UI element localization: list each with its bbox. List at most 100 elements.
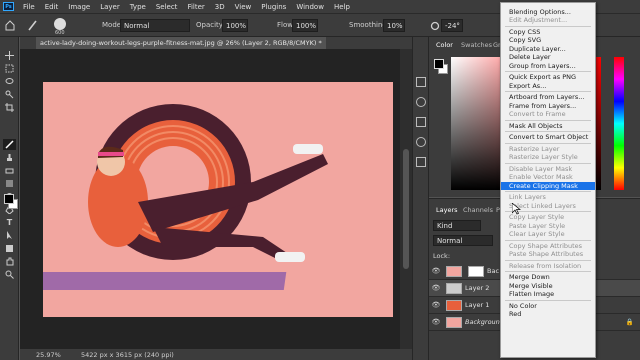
menu-item-convert-to-frame[interactable]: Convert to Frame [501, 110, 595, 118]
menu-item-flatten-image[interactable]: Flatten Image [501, 290, 595, 298]
foreground-color-swatch[interactable] [4, 194, 14, 204]
stamp-tool-icon[interactable] [3, 152, 16, 163]
menu-item-disable-layer-mask[interactable]: Disable Layer Mask [501, 165, 595, 173]
menu-type[interactable]: Type [125, 3, 151, 11]
marquee-tool-icon[interactable] [3, 63, 16, 74]
libraries-icon[interactable] [416, 137, 426, 147]
menu-item-quick-export-png[interactable]: Quick Export as PNG [501, 73, 595, 81]
shape-tool-icon[interactable] [3, 243, 16, 254]
zoom-tool-icon[interactable] [3, 269, 16, 280]
home-icon[interactable] [4, 18, 16, 32]
menu-item-copy-svg[interactable]: Copy SVG [501, 36, 595, 44]
visibility-eye-icon[interactable]: 👁 [429, 318, 443, 326]
menu-item-export-as[interactable]: Export As... [501, 82, 595, 90]
menu-item-create-clipping-mask[interactable]: Create Clipping Mask [501, 181, 595, 190]
menu-layer[interactable]: Layer [95, 3, 125, 11]
menu-item-clear-layer-style[interactable]: Clear Layer Style [501, 230, 595, 238]
menu-item-red[interactable]: Red [501, 310, 595, 318]
panel-icons-column [412, 37, 429, 360]
gradient-tool-icon[interactable] [3, 178, 16, 189]
path-select-tool-icon[interactable] [3, 230, 16, 241]
menu-item-edit-adjustment[interactable]: Edit Adjustment... [501, 16, 595, 24]
brush-size-value: 600 [55, 30, 65, 36]
menu-filter[interactable]: Filter [182, 3, 209, 11]
photoshop-logo-icon[interactable]: Ps [3, 2, 14, 11]
mode-select[interactable]: Normal [120, 19, 190, 32]
layer-filter-kind[interactable]: Kind [433, 220, 481, 231]
crop-tool-icon[interactable] [3, 102, 16, 113]
menu-item-paste-layer-style[interactable]: Paste Layer Style [501, 222, 595, 230]
visibility-eye-icon[interactable]: 👁 [429, 284, 443, 292]
menu-separator [505, 239, 591, 241]
visibility-eye-icon[interactable]: 👁 [429, 301, 443, 309]
menu-file[interactable]: File [18, 3, 40, 11]
document-tab[interactable]: active-lady-doing-workout-legs-purple-fi… [36, 37, 326, 49]
menu-plugins[interactable]: Plugins [256, 3, 291, 11]
menu-item-copy-css[interactable]: Copy CSS [501, 28, 595, 36]
layer-blend-mode-select[interactable]: Normal [433, 235, 493, 246]
menu-item-paste-shape-attributes[interactable]: Paste Shape Attributes [501, 250, 595, 258]
menu-view[interactable]: View [230, 3, 257, 11]
tab-layers[interactable]: Layers [432, 202, 462, 216]
document-dimensions: 5422 px x 3615 px (240 ppi) [81, 351, 174, 359]
menu-separator [505, 271, 591, 273]
paragraph-icon[interactable] [416, 157, 426, 167]
menu-item-merge-down[interactable]: Merge Down [501, 273, 595, 281]
menu-select[interactable]: Select [151, 3, 183, 11]
history-icon[interactable] [416, 77, 426, 87]
gear-icon[interactable] [429, 19, 441, 33]
menu-window[interactable]: Window [291, 3, 329, 11]
lock-label: Lock: [433, 252, 451, 260]
layer-name: Background [465, 318, 504, 326]
zoom-level[interactable]: 25.97% [36, 351, 61, 359]
menu-item-merge-visible[interactable]: Merge Visible [501, 282, 595, 290]
opacity-label: Opacity: [196, 21, 225, 29]
menu-item-enable-vector-mask[interactable]: Enable Vector Mask [501, 173, 595, 181]
brush-tool-icon[interactable] [27, 18, 39, 32]
lasso-tool-icon[interactable] [3, 76, 16, 87]
menu-3d[interactable]: 3D [210, 3, 230, 11]
flow-field[interactable]: 100% [292, 19, 318, 32]
hue-slider[interactable] [614, 57, 624, 190]
menu-item-release-from-isolation[interactable]: Release from Isolation [501, 262, 595, 270]
menu-item-artboard-from-layers[interactable]: Artboard from Layers... [501, 93, 595, 101]
canvas-image[interactable] [43, 82, 393, 317]
layer-thumbnail [446, 316, 462, 328]
menu-item-rasterize-layer-style[interactable]: Rasterize Layer Style [501, 153, 595, 161]
eraser-tool-icon[interactable] [3, 165, 16, 176]
angle-field[interactable]: -24° [441, 19, 463, 32]
menu-separator [505, 142, 591, 144]
menu-image[interactable]: Image [63, 3, 95, 11]
quick-select-tool-icon[interactable] [3, 89, 16, 100]
menu-help[interactable]: Help [329, 3, 355, 11]
vertical-scrollbar[interactable] [400, 49, 412, 349]
panel-foreground-swatch[interactable] [434, 59, 444, 69]
smoothing-field[interactable]: 10% [383, 19, 405, 32]
menu-item-rasterize-layer[interactable]: Rasterize Layer [501, 145, 595, 153]
mouse-pointer-icon [512, 203, 521, 215]
brush-preview-icon[interactable] [54, 18, 66, 30]
menu-separator [505, 91, 591, 93]
scrollbar-thumb[interactable] [403, 149, 409, 269]
menu-item-blending-options[interactable]: Blending Options... [501, 8, 595, 16]
layer-name: Layer 2 [465, 284, 490, 292]
menu-edit[interactable]: Edit [40, 3, 64, 11]
adjustments-icon[interactable] [416, 97, 426, 107]
menu-item-no-color[interactable]: No Color [501, 302, 595, 310]
menu-item-link-layers[interactable]: Link Layers [501, 193, 595, 201]
hand-tool-icon[interactable] [3, 256, 16, 267]
menu-item-frame-from-layers[interactable]: Frame from Layers... [501, 102, 595, 110]
menu-item-mask-all-objects[interactable]: Mask All Objects [501, 122, 595, 130]
menu-item-convert-to-smart-object[interactable]: Convert to Smart Object [501, 133, 595, 141]
menu-item-delete-layer[interactable]: Delete Layer [501, 53, 595, 61]
move-tool-icon[interactable] [3, 50, 16, 61]
brush-tool-icon[interactable] [3, 139, 16, 150]
menu-item-group-from-layers[interactable]: Group from Layers... [501, 62, 595, 70]
menu-item-duplicate-layer[interactable]: Duplicate Layer... [501, 45, 595, 53]
properties-icon[interactable] [416, 117, 426, 127]
visibility-eye-icon[interactable]: 👁 [429, 267, 443, 275]
type-tool-icon[interactable]: T [3, 217, 16, 228]
opacity-field[interactable]: 100% [222, 19, 248, 32]
tab-color[interactable]: Color [432, 37, 457, 51]
menu-item-copy-shape-attributes[interactable]: Copy Shape Attributes [501, 242, 595, 250]
